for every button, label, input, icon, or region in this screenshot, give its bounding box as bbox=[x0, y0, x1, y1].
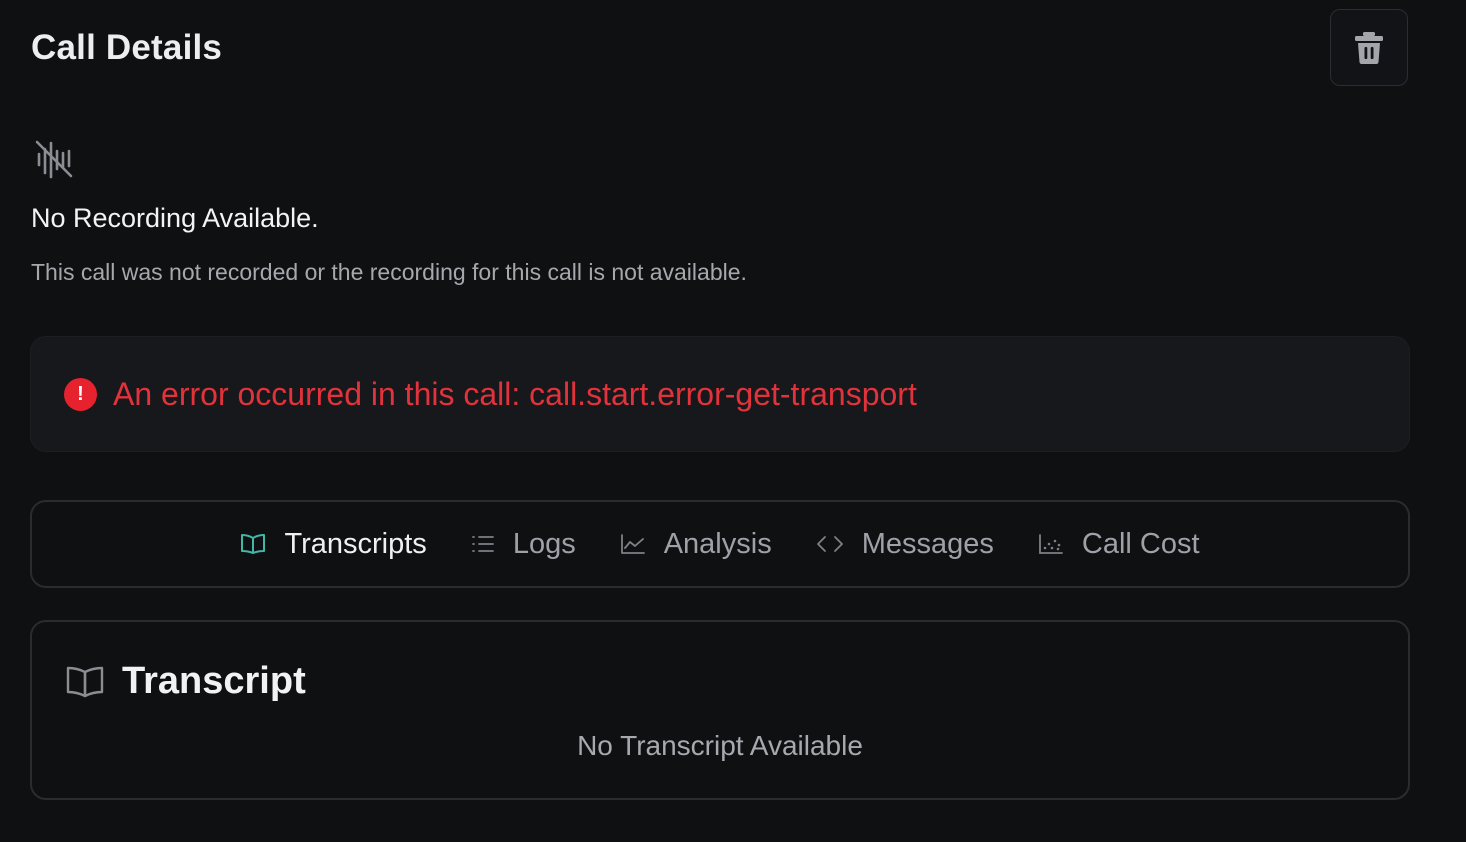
line-chart-icon bbox=[620, 534, 645, 554]
error-message: An error occurred in this call: call.sta… bbox=[113, 375, 917, 412]
alert-circle-icon: ! bbox=[64, 377, 97, 411]
tab-label: Messages bbox=[861, 527, 994, 560]
transcript-header: Transcript bbox=[66, 660, 306, 703]
tab-label: Analysis bbox=[663, 527, 772, 560]
page-title: Call Details bbox=[31, 28, 223, 67]
book-open-icon bbox=[66, 666, 104, 697]
tab-analysis[interactable]: Analysis bbox=[620, 528, 772, 561]
tab-label: Logs bbox=[512, 527, 576, 560]
code-icon bbox=[816, 536, 843, 552]
transcript-empty-text: No Transcript Available bbox=[577, 730, 863, 761]
no-recording-title: No Recording Available. bbox=[31, 203, 319, 233]
tab-label: Transcripts bbox=[284, 527, 427, 560]
delete-call-button[interactable] bbox=[1330, 9, 1408, 86]
error-banner: ! An error occurred in this call: call.s… bbox=[30, 336, 1410, 452]
call-details-page: Call Details No Recording Available. Thi… bbox=[0, 0, 1466, 842]
list-icon bbox=[471, 536, 494, 552]
tabs-bar: Transcripts Logs Analysis Messages Call … bbox=[30, 500, 1410, 588]
book-open-icon bbox=[241, 534, 266, 554]
transcript-card: Transcript No Transcript Available bbox=[30, 620, 1410, 800]
trash-icon bbox=[1355, 31, 1383, 64]
tab-logs[interactable]: Logs bbox=[471, 528, 576, 561]
tab-label: Call Cost bbox=[1081, 527, 1200, 560]
tab-transcripts[interactable]: Transcripts bbox=[240, 527, 427, 561]
tab-call-cost[interactable]: Call Cost bbox=[1038, 528, 1200, 561]
transcript-title: Transcript bbox=[122, 660, 306, 702]
audio-off-icon bbox=[35, 140, 73, 179]
no-recording-description: This call was not recorded or the record… bbox=[31, 259, 747, 285]
scatter-chart-icon bbox=[1038, 534, 1063, 554]
tab-messages[interactable]: Messages bbox=[816, 528, 994, 561]
